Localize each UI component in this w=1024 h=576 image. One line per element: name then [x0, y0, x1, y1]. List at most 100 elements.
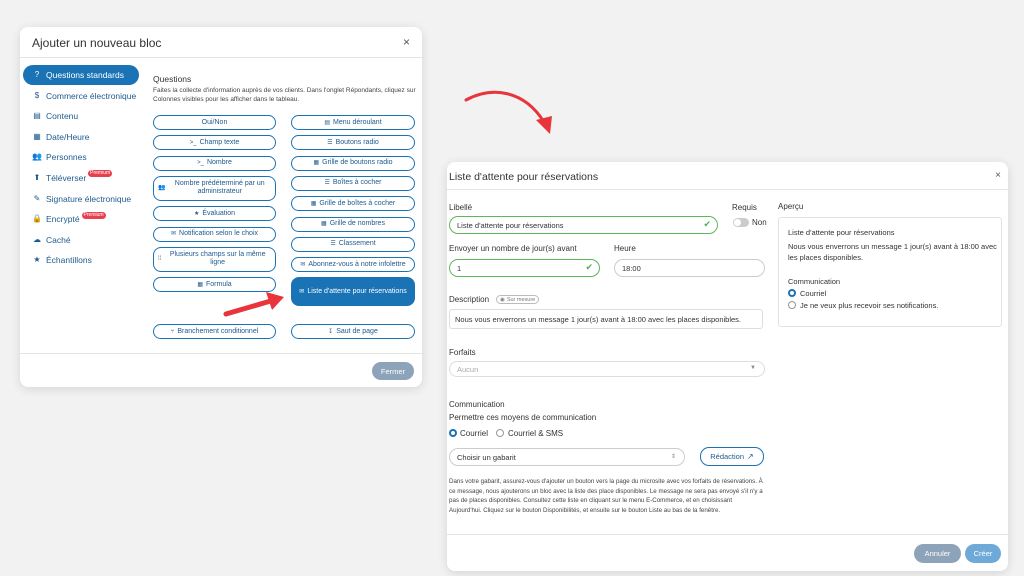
radio-courriel-sms[interactable]	[496, 429, 504, 437]
close-icon[interactable]: ×	[995, 170, 1001, 181]
page-break-button[interactable]: ↧ Saut de page	[291, 324, 415, 339]
premium-badge: Premium	[81, 211, 106, 219]
block-type-button-left-1[interactable]: >_ Champ texte	[153, 135, 276, 151]
create-button[interactable]: Créer	[965, 544, 1001, 563]
block-type-label: Menu déroulant	[333, 118, 382, 126]
gabarit-select[interactable]: Choisir un gabarit ⇕	[449, 448, 685, 466]
sidebar-item-7[interactable]: 🔒 Encrypté Premium	[23, 209, 139, 229]
block-type-label: Champ texte	[199, 138, 240, 146]
forfaits-value: Aucun	[457, 364, 479, 374]
signature-icon: ✎	[33, 193, 41, 203]
block-type-button-right-3[interactable]: ☰ Boîtes à cocher	[291, 175, 415, 191]
requis-value: Non	[752, 218, 767, 227]
block-type-label: Nombre	[206, 159, 232, 167]
close-button[interactable]: Fermer	[372, 362, 414, 380]
preview-comm-label: Communication	[788, 277, 841, 286]
description-field[interactable]: Nous vous enverrons un message 1 jour(s)…	[449, 309, 763, 329]
redaction-button[interactable]: Rédaction ↗	[700, 447, 764, 466]
block-type-button-left-0[interactable]: Oui/Non	[153, 115, 276, 130]
block-type-label: Abonnez-vous à notre infolettre	[308, 260, 406, 268]
block-type-button-right-1[interactable]: ☰ Boutons radio	[291, 135, 415, 151]
section-title: Questions	[153, 74, 192, 84]
block-type-button-right-5[interactable]: ▦ Grille de nombres	[291, 216, 415, 232]
sidebar-item-label: Caché	[46, 234, 71, 245]
preview-radio-courriel[interactable]	[788, 289, 796, 297]
sidebar-item-2[interactable]: ▤ Contenu	[23, 106, 139, 126]
block-type-button-left-3[interactable]: 👥 Nombre prédéterminé par un administrate…	[153, 175, 276, 201]
sidebar-item-label: Personnes	[46, 152, 87, 163]
close-icon[interactable]: ×	[403, 35, 410, 49]
description-label: Description	[449, 295, 490, 304]
block-type-icon: ✉	[170, 231, 177, 237]
block-type-label: Liste d'attente pour réservations	[307, 287, 407, 295]
block-type-button-left-4[interactable]: ★ Évaluation	[153, 206, 276, 222]
heure-input[interactable]: 18:00	[614, 259, 765, 277]
apercu-label: Aperçu	[778, 202, 804, 211]
sidebar-item-label: Questions standards	[46, 70, 124, 80]
block-type-icon: 👥	[158, 185, 166, 192]
requis-toggle[interactable]	[733, 218, 749, 227]
block-type-button-right-7[interactable]: ✉ Abonnez-vous à notre infolettre	[291, 257, 415, 273]
sidebar-item-5[interactable]: ⬆ Téléverser Premium	[23, 168, 139, 188]
block-type-label: Nombre prédéterminé par un administrateu…	[174, 180, 265, 196]
sidebar-item-label: Contenu	[46, 111, 79, 122]
block-type-button-right-4[interactable]: ▦ Grille de boîtes à cocher	[291, 196, 415, 212]
sidebar-item-3[interactable]: ▦ Date/Heure	[23, 127, 139, 147]
block-type-label: Grille de nombres	[329, 220, 385, 227]
sidebar-item-9[interactable]: ★ Échantillons	[23, 250, 139, 270]
cancel-button[interactable]: Annuler	[914, 544, 961, 563]
sidebar-item-0[interactable]: ? Questions standards	[23, 65, 139, 85]
block-type-button-right-8[interactable]: ✉ Liste d'attente pour réservations	[291, 277, 415, 307]
radio-courriel[interactable]	[449, 429, 457, 437]
block-type-icon: ▤	[324, 119, 330, 126]
block-type-icon: ☰	[330, 241, 336, 248]
forfaits-select[interactable]: Aucun ▼	[449, 361, 765, 377]
chevron-down-icon: ▼	[750, 365, 756, 371]
libelle-input[interactable]: Liste d'attente pour réservations ✔	[449, 216, 718, 234]
block-type-label: Classement	[338, 240, 376, 248]
users-icon: 👥	[32, 152, 42, 162]
modal-footer-divider	[20, 353, 422, 354]
block-type-button-left-2[interactable]: >_ Nombre	[153, 155, 276, 171]
sidebar-item-label: Encrypté	[46, 214, 80, 225]
preview-radio-unsubscribe[interactable]	[788, 301, 796, 309]
sidebar-item-8[interactable]: ☁ Caché	[23, 230, 139, 250]
block-type-icon: ☰	[324, 180, 330, 187]
days-input[interactable]: 1 ✔	[449, 259, 600, 277]
sidebar-item-label: Signature électronique	[46, 193, 132, 204]
block-type-button-right-0[interactable]: ▤ Menu déroulant	[291, 115, 415, 130]
conditional-branch-button[interactable]: ⑂ Branchement conditionnel	[153, 324, 276, 339]
heure-value: 18:00	[622, 263, 641, 273]
preview-panel: Liste d'attente pour réservations Nous v…	[778, 217, 1002, 327]
upload-icon: ⬆	[33, 172, 41, 182]
sidebar-item-6[interactable]: ✎ Signature électronique	[23, 189, 139, 209]
modal-header-divider	[20, 57, 422, 58]
preview-opt2: Je ne veux plus recevoir ses notificatio…	[800, 301, 939, 310]
block-type-label: Boîtes à cocher	[332, 179, 382, 187]
sidebar-item-label: Commerce électronique	[46, 90, 137, 101]
block-type-label: Plusieurs champs sur la même ligne	[169, 251, 266, 267]
libelle-value: Liste d'attente pour réservations	[457, 220, 564, 230]
sur-mesure-toggle[interactable]: ◉ Sur mesure	[496, 295, 540, 304]
eye-icon: ◉	[500, 296, 505, 303]
block-type-button-left-6[interactable]: ⁞⁞ Plusieurs champs sur la même ligne	[153, 246, 276, 272]
dollar-icon: $	[34, 90, 40, 100]
block-type-button-left-5[interactable]: ✉ Notification selon le choix	[153, 226, 276, 242]
sidebar-item-label: Échantillons	[46, 255, 92, 266]
sur-mesure-label: Sur mesure	[506, 296, 536, 303]
sidebar-item-1[interactable]: $ Commerce électronique	[23, 86, 139, 106]
preview-title: Liste d'attente pour réservations	[788, 228, 895, 237]
add-block-modal: Ajouter un nouveau bloc × ? Questions sta…	[20, 27, 422, 387]
sidebar-item-4[interactable]: 👥 Personnes	[23, 147, 139, 167]
block-type-icon: ↧	[328, 328, 334, 335]
preview-opt1: Courriel	[800, 289, 827, 298]
days-value: 1	[457, 263, 462, 273]
block-type-button-right-2[interactable]: ▦ Grille de boutons radio	[291, 155, 415, 171]
block-type-label: Branchement conditionnel	[177, 327, 259, 335]
radio-courriel-label: Courriel	[460, 429, 489, 438]
block-type-icon: ✉	[300, 261, 306, 268]
gabarit-value: Choisir un gabarit	[457, 452, 516, 462]
block-type-button-right-6[interactable]: ☰ Classement	[291, 236, 415, 252]
pointer-arrow-curved	[464, 90, 552, 134]
sidebar-item-label: Téléverser	[46, 172, 87, 183]
